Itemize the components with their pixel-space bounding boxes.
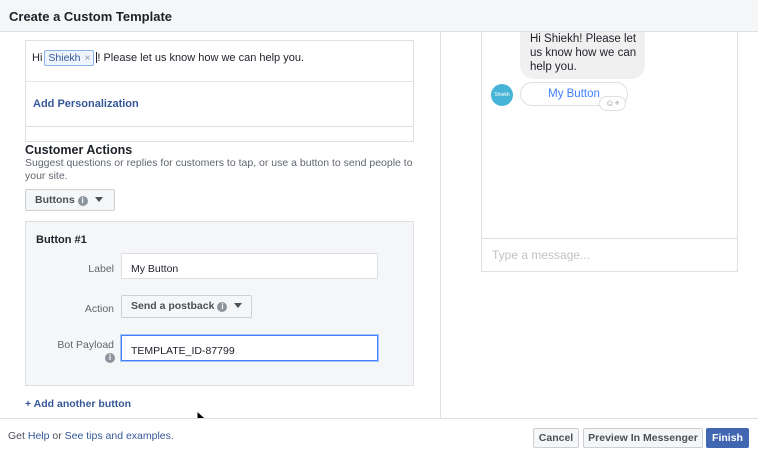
customer-actions-title: Customer Actions — [25, 143, 133, 157]
button-config-card: Button #1 Label Action Send a postbacki … — [25, 221, 414, 386]
footer-get: Get — [8, 430, 25, 442]
label-caption: Label — [88, 263, 114, 275]
info-icon[interactable]: i — [217, 302, 228, 312]
template-editor-panel: Hi Shiekh × ! Please let us know how we can… — [0, 32, 440, 418]
dialog-header: Create a Custom Template — [0, 0, 758, 32]
action-dropdown[interactable]: Send a postback i — [121, 295, 252, 318]
help-link[interactable]: Help — [28, 430, 50, 442]
personalization-token[interactable]: Shiekh × — [44, 50, 95, 66]
message-suffix: ! Please let us know how we can help you… — [97, 52, 305, 64]
message-composer-input[interactable] — [482, 239, 737, 271]
cancel-button[interactable]: Cancel — [533, 428, 579, 448]
page-avatar: Shiekh — [491, 84, 513, 106]
button-label-input[interactable] — [121, 253, 378, 279]
dropdown-arrow-icon — [94, 197, 103, 202]
payload-caption: Bot Payload — [57, 339, 114, 351]
section-divider — [25, 126, 414, 127]
footer-help-text: Get Help or See tips and examples. — [8, 430, 174, 442]
reaction-icon[interactable]: ☺+ — [599, 96, 626, 111]
bot-payload-input[interactable] — [121, 335, 378, 361]
info-icon[interactable]: i — [77, 196, 88, 206]
info-icon[interactable]: i — [105, 353, 115, 363]
messenger-preview: Hi Shiekh! Please let us know how we can… — [481, 32, 738, 272]
footer-or: or — [52, 430, 62, 442]
tips-link[interactable]: See tips and examples. — [65, 430, 174, 442]
panel-divider — [440, 32, 441, 418]
action-type-label: Buttons — [35, 194, 75, 206]
add-personalization-link[interactable]: Add Personalization — [33, 98, 139, 110]
action-caption: Action — [84, 303, 114, 315]
preview-message-bubble: Hi Shiekh! Please let us know how we can… — [520, 32, 645, 79]
dialog-title: Create a Custom Template — [9, 9, 173, 24]
customer-actions-description: Suggest questions or replies for custome… — [25, 157, 413, 182]
finish-button[interactable]: Finish — [706, 428, 749, 448]
footer-divider — [0, 418, 758, 419]
dropdown-arrow-icon — [234, 303, 243, 308]
message-text[interactable]: Hi Shiekh × ! Please let us know how we can… — [32, 50, 304, 66]
button-card-title: Button #1 — [36, 234, 87, 246]
action-type-dropdown[interactable]: Buttons i — [25, 189, 115, 211]
preview-in-messenger-button[interactable]: Preview In Messenger — [583, 428, 703, 448]
action-dropdown-value: Send a postback — [131, 300, 215, 312]
add-another-button-link[interactable]: + Add another button — [25, 398, 131, 410]
mouse-cursor-icon — [196, 410, 206, 418]
token-label: Shiekh — [48, 52, 81, 64]
text-box-divider — [26, 81, 413, 82]
remove-token-icon[interactable]: × — [85, 53, 91, 64]
message-prefix: Hi — [32, 52, 43, 64]
